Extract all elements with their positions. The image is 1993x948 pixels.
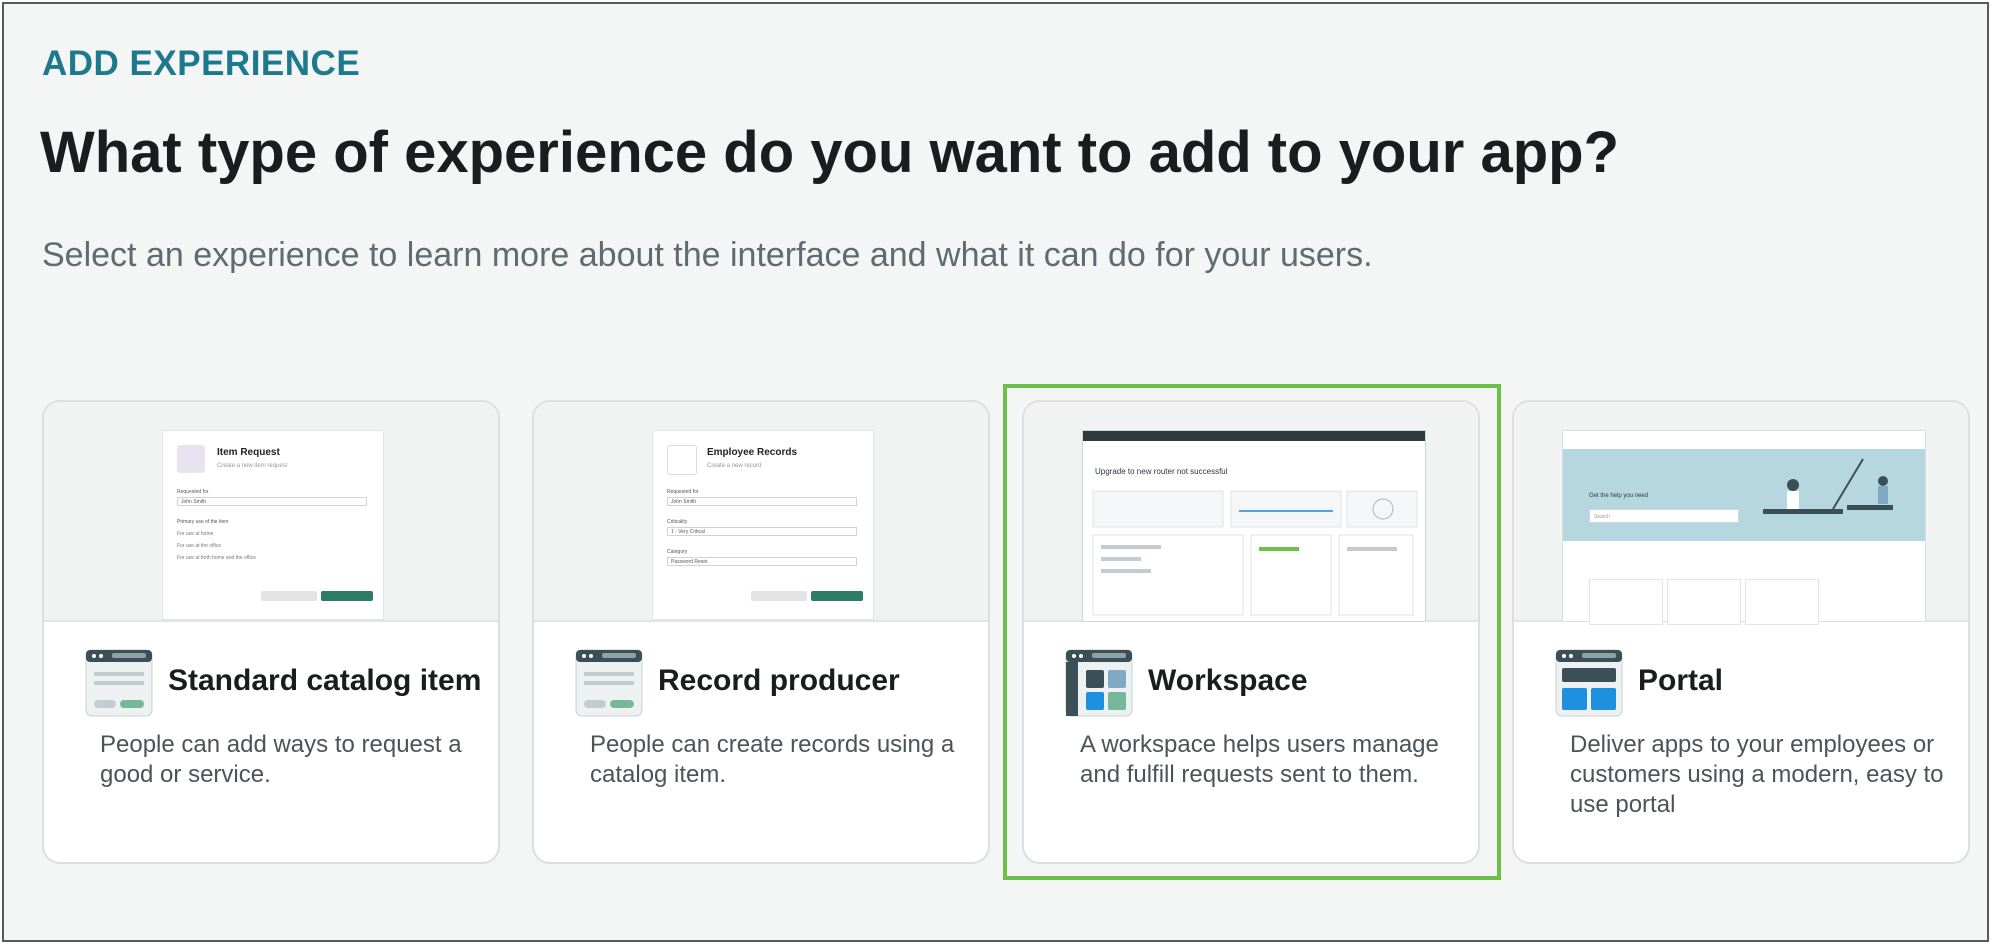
card-preview: Get the help you need Search [1514,402,1968,625]
preview-submit-button [321,591,373,601]
preview-field-label: Category [667,549,688,555]
asterisk-icon [667,445,697,475]
eyebrow-label: ADD EXPERIENCE [42,44,361,83]
preview-form-subtitle: Create a new item request [217,463,288,469]
card-title: Standard catalog item [168,664,482,697]
preview-form: Item Request Create a new item request R… [162,430,384,620]
card-title: Workspace [1148,664,1308,697]
workspace-record-heading: Upgrade to new router not successful [1095,467,1228,476]
catalog-item-icon [85,649,153,717]
preview-form-title: Employee Records [707,447,798,458]
preview-field: John Smith [667,497,857,506]
portal-screenshot: Get the help you need Search [1562,430,1926,625]
laptop-icon [177,445,205,473]
preview-form-title: Item Request [217,447,280,458]
workspace-topbar [1083,431,1425,441]
preview-radio: For use at the office [177,543,222,549]
card-standard-catalog-item[interactable]: Item Request Create a new item request R… [42,400,500,864]
preview-form-subtitle: Create a new record [707,463,762,469]
card-title: Portal [1638,664,1724,697]
card-preview: Upgrade to new router not successful [1024,402,1478,622]
portal-illustration [1763,458,1893,514]
portal-tile [1745,579,1819,625]
portal-hero: Get the help you need Search [1563,449,1925,541]
card-description: Deliver apps to your employees or custom… [1570,731,1944,818]
preview-field: Password Reset [667,557,857,566]
page-title: What type of experience do you want to a… [40,120,1619,185]
preview-field: John Smith [177,497,367,506]
record-producer-icon [575,649,643,717]
preview-field-label: Requested for [667,489,699,495]
card-description: People can add ways to request a good or… [100,731,462,788]
preview-form: Employee Records Create a new record Req… [652,430,874,620]
workspace-screenshot: Upgrade to new router not successful [1082,430,1426,622]
preview-radio: For use at both home and the office [177,555,256,561]
workspace-icon [1065,649,1133,717]
page-subtitle: Select an experience to learn more about… [42,236,1373,274]
portal-hero-text: Get the help you need [1589,493,1649,499]
card-preview: Item Request Create a new item request R… [44,402,498,622]
card-preview: Employee Records Create a new record Req… [534,402,988,622]
portal-tile [1667,579,1741,625]
preview-field-label: Primary use of the item [177,519,229,525]
preview-field: 1 - Very Critical [667,527,857,536]
card-record-producer[interactable]: Employee Records Create a new record Req… [532,400,990,864]
preview-cancel-button [751,591,807,601]
portal-tile [1589,579,1663,625]
card-description: People can create records using a catalo… [590,731,955,788]
preview-radio: For use at home [177,531,214,537]
preview-field-label: Criticality [667,519,688,525]
preview-field-label: Requested for [177,489,209,495]
workspace-layout [1092,490,1418,616]
card-title: Record producer [658,664,900,697]
portal-search: Search [1589,509,1739,523]
preview-submit-button [811,591,863,601]
card-portal[interactable]: Get the help you need Search Portal Deli… [1512,400,1970,864]
card-workspace[interactable]: Upgrade to new router not successful Wor… [1022,400,1480,864]
card-description: A workspace helps users manage and fulfi… [1080,731,1439,788]
portal-icon [1555,649,1623,717]
preview-cancel-button [261,591,317,601]
